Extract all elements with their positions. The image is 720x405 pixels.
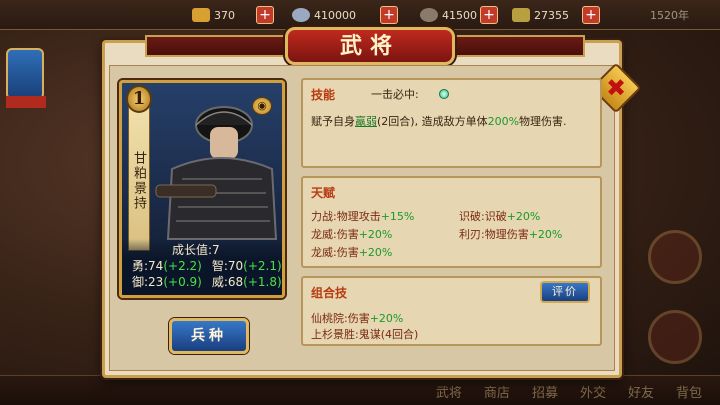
- hero-card[interactable]: 甘粕景持 1 ◉ 成长值:7 勇:74(+2.2) 智:70(+2.1) 御:2…: [119, 80, 285, 298]
- dialog-title: 武将: [285, 27, 455, 65]
- hero-stats: 成长值:7 勇:74(+2.2) 智:70(+2.1) 御:23(+0.9) 威…: [122, 239, 282, 295]
- resource-silver: 410000: [292, 5, 356, 25]
- food-sack-icon: [420, 8, 438, 22]
- skill-name: 一击必中:: [371, 88, 419, 101]
- resource-food: 41500: [420, 5, 477, 25]
- stat-brave: 勇:74(+2.2): [132, 259, 202, 273]
- resource-bar: 370 + 410000 + 41500 + 27355 + 1520年: [0, 0, 720, 30]
- talent-header: 天赋: [311, 186, 336, 200]
- bottom-bar: 武将 商店 招募 外交 好友 背包: [0, 375, 720, 405]
- nav-friends[interactable]: 好友: [628, 382, 654, 401]
- skill-gem-icon: [439, 89, 449, 99]
- grain-icon: [512, 8, 530, 22]
- nav-diplomacy[interactable]: 外交: [580, 382, 606, 401]
- resource-grain: 27355: [512, 5, 569, 25]
- title-wing-right: [445, 35, 585, 57]
- combo-line: 上杉景胜:鬼谋(4回合): [311, 328, 419, 341]
- bottom-nav: 武将 商店 招募 外交 好友 背包: [436, 382, 720, 401]
- left-side-menu: [0, 40, 110, 405]
- combo-header: 组合技: [311, 286, 348, 300]
- joystick-menu-button[interactable]: [6, 48, 46, 108]
- nav-generals[interactable]: 武将: [436, 382, 462, 401]
- talent-item: 龙威:伤害+20%: [311, 246, 393, 259]
- resource-gold: 370: [192, 5, 235, 25]
- silver-coin-icon: [292, 8, 310, 22]
- side-button-1[interactable]: [648, 230, 702, 284]
- year-display: 1520年: [650, 9, 689, 22]
- clan-crest-icon: ◉: [252, 97, 272, 115]
- nav-shop[interactable]: 商店: [484, 382, 510, 401]
- skill-description: 赋予自身羸弱(2回合), 造成敌方单体200%物理伤害.: [311, 115, 567, 128]
- add-gold-button[interactable]: +: [256, 6, 274, 24]
- close-icon: ✖: [605, 74, 627, 102]
- growth-value: 成长值:7: [172, 243, 220, 257]
- add-food-button[interactable]: +: [480, 6, 498, 24]
- hero-name: 甘粕景持: [128, 93, 150, 251]
- status-link[interactable]: 羸弱: [355, 115, 377, 128]
- stat-power: 威:68(+1.8): [211, 275, 282, 289]
- side-button-2[interactable]: [648, 310, 702, 364]
- skill-panel: 技能 一击必中: 赋予自身羸弱(2回合), 造成敌方单体200%物理伤害.: [301, 78, 602, 168]
- talent-item: 龙威:伤害+20%: [311, 228, 393, 241]
- talent-item: 力战:物理攻击+15%: [311, 210, 415, 223]
- hero-rank-badge: 1: [126, 85, 152, 113]
- add-silver-button[interactable]: +: [380, 6, 398, 24]
- combo-line: 仙桃院:伤害+20%: [311, 312, 404, 325]
- unit-type-button[interactable]: 兵种: [169, 318, 249, 354]
- skill-header: 技能: [311, 88, 336, 102]
- combo-panel: 组合技 评价 仙桃院:伤害+20% 上杉景胜:鬼谋(4回合): [301, 276, 602, 346]
- title-wing-left: [145, 35, 285, 57]
- silver-value: 410000: [314, 8, 356, 22]
- stat-defense: 御:23(+0.9): [132, 275, 202, 289]
- talent-item: 识破:识破+20%: [459, 210, 541, 223]
- food-value: 41500: [442, 8, 477, 22]
- nav-recruit[interactable]: 招募: [532, 382, 558, 401]
- talent-item: 利刃:物理伤害+20%: [459, 228, 563, 241]
- grain-value: 27355: [534, 8, 569, 22]
- nav-bag[interactable]: 背包: [676, 382, 702, 401]
- gold-value: 370: [214, 8, 235, 22]
- gold-bar-icon: [192, 8, 210, 22]
- right-side-decor: [640, 80, 720, 380]
- add-grain-button[interactable]: +: [582, 6, 600, 24]
- stat-wisdom: 智:70(+2.1): [211, 259, 282, 273]
- talent-panel: 天赋 力战:物理攻击+15% 识破:识破+20% 龙威:伤害+20% 利刃:物理…: [301, 176, 602, 268]
- evaluate-button[interactable]: 评价: [540, 281, 590, 303]
